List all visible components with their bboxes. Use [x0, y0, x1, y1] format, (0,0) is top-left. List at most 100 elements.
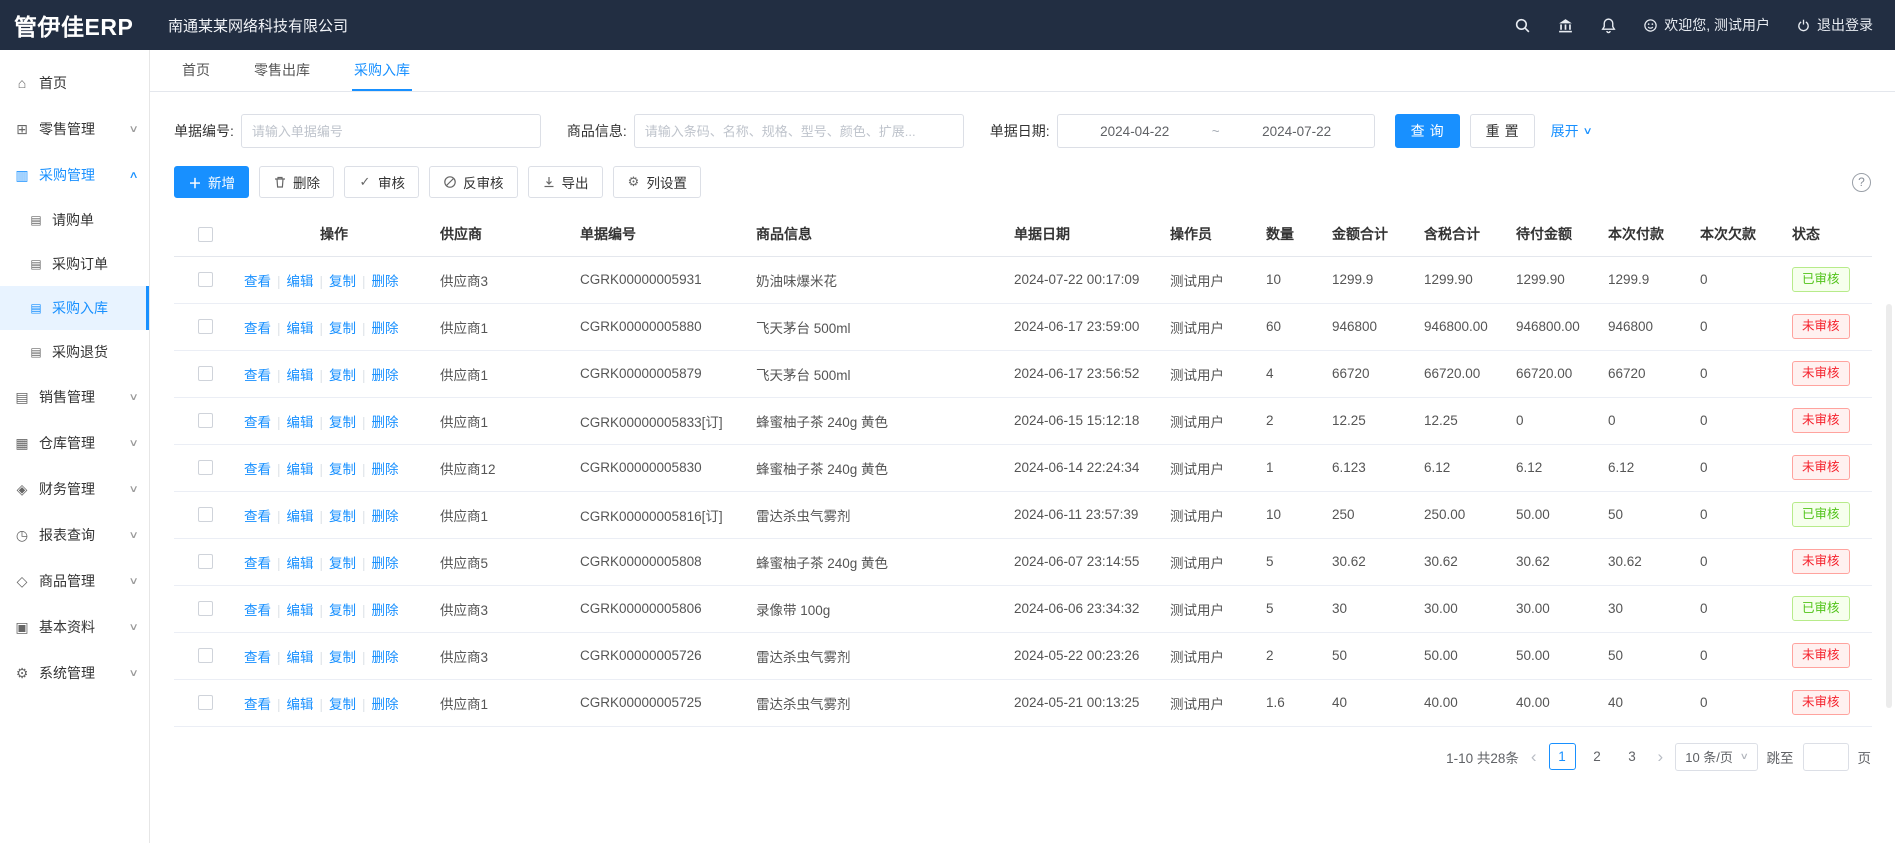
cell-operator: 测试用户 — [1162, 256, 1258, 303]
tab-purchase-inbound[interactable]: 采购入库 — [352, 50, 412, 91]
logout-button[interactable]: 退出登录 — [1796, 15, 1873, 35]
row-action-view[interactable]: 查看 — [244, 509, 271, 524]
row-action-delete[interactable]: 删除 — [372, 697, 399, 712]
row-action-edit[interactable]: 编辑 — [287, 650, 314, 665]
product-info-input[interactable] — [634, 114, 964, 148]
add-button[interactable]: ＋新增 — [174, 166, 249, 198]
column-settings-button[interactable]: ⚙列设置 — [613, 166, 702, 198]
row-action-view[interactable]: 查看 — [244, 697, 271, 712]
row-action-view[interactable]: 查看 — [244, 603, 271, 618]
sidebar-item-goods[interactable]: ◇商品管理∨ — [0, 558, 149, 604]
sidebar-item-system[interactable]: ⚙系统管理∨ — [0, 650, 149, 696]
vertical-scrollbar[interactable] — [1886, 304, 1892, 708]
row-action-copy[interactable]: 复制 — [329, 650, 356, 665]
row-checkbox[interactable] — [198, 460, 213, 475]
row-action-copy[interactable]: 复制 — [329, 603, 356, 618]
row-action-edit[interactable]: 编辑 — [287, 274, 314, 289]
delete-button[interactable]: 删除 — [259, 166, 334, 198]
row-checkbox[interactable] — [198, 366, 213, 381]
action-separator: | — [362, 274, 366, 289]
row-action-copy[interactable]: 复制 — [329, 415, 356, 430]
reset-button[interactable]: 重置 — [1470, 114, 1535, 148]
unaudit-button[interactable]: 反审核 — [429, 166, 518, 198]
help-icon[interactable]: ? — [1852, 173, 1871, 192]
row-action-delete[interactable]: 删除 — [372, 462, 399, 477]
row-action-view[interactable]: 查看 — [244, 415, 271, 430]
row-action-delete[interactable]: 删除 — [372, 368, 399, 383]
row-action-delete[interactable]: 删除 — [372, 321, 399, 336]
row-action-delete[interactable]: 删除 — [372, 415, 399, 430]
sidebar-subitem-purchase-request[interactable]: ▤请购单 — [0, 198, 149, 242]
sidebar-item-home[interactable]: ⌂首页 — [0, 60, 149, 106]
row-checkbox[interactable] — [198, 319, 213, 334]
row-action-view[interactable]: 查看 — [244, 368, 271, 383]
sidebar-item-finance[interactable]: ◈财务管理∨ — [0, 466, 149, 512]
page-button-3[interactable]: 3 — [1619, 743, 1646, 770]
search-icon[interactable] — [1514, 17, 1531, 34]
row-action-view[interactable]: 查看 — [244, 274, 271, 289]
page-button-2[interactable]: 2 — [1584, 743, 1611, 770]
row-action-delete[interactable]: 删除 — [372, 509, 399, 524]
row-action-edit[interactable]: 编辑 — [287, 462, 314, 477]
row-action-copy[interactable]: 复制 — [329, 556, 356, 571]
search-button[interactable]: 查询 — [1395, 114, 1460, 148]
sidebar-item-sales[interactable]: ▤销售管理∨ — [0, 374, 149, 420]
row-checkbox[interactable] — [198, 554, 213, 569]
sidebar-item-purchase[interactable]: ▥采购管理∧ — [0, 152, 149, 198]
date-from-value[interactable]: 2024-04-22 — [1100, 124, 1169, 139]
date-range-picker[interactable]: 2024-04-22 ~ 2024-07-22 — [1057, 114, 1375, 148]
row-checkbox[interactable] — [198, 272, 213, 287]
row-action-delete[interactable]: 删除 — [372, 556, 399, 571]
next-page-button[interactable]: › — [1655, 747, 1667, 767]
export-button[interactable]: 导出 — [528, 166, 603, 198]
cell-date: 2024-06-17 23:56:52 — [1006, 350, 1162, 397]
row-action-edit[interactable]: 编辑 — [287, 415, 314, 430]
sidebar-item-report[interactable]: ◷报表查询∨ — [0, 512, 149, 558]
expand-toggle[interactable]: 展开 ∨ — [1551, 121, 1591, 141]
row-checkbox[interactable] — [198, 507, 213, 522]
row-action-delete[interactable]: 删除 — [372, 603, 399, 618]
sidebar-subitem-purchase-inbound[interactable]: ▤采购入库 — [0, 286, 149, 330]
sidebar-subitem-purchase-order[interactable]: ▤采购订单 — [0, 242, 149, 286]
audit-button[interactable]: ✓审核 — [344, 166, 419, 198]
tab-retail-outbound[interactable]: 零售出库 — [252, 50, 312, 91]
bell-icon[interactable] — [1600, 17, 1617, 34]
row-action-copy[interactable]: 复制 — [329, 697, 356, 712]
expand-label: 展开 — [1551, 121, 1579, 141]
row-action-view[interactable]: 查看 — [244, 462, 271, 477]
row-action-edit[interactable]: 编辑 — [287, 368, 314, 383]
page-size-select[interactable]: 10 条/页 ∨ — [1675, 743, 1757, 771]
row-action-view[interactable]: 查看 — [244, 556, 271, 571]
prev-page-button[interactable]: ‹ — [1528, 747, 1540, 767]
row-action-copy[interactable]: 复制 — [329, 321, 356, 336]
tab-home[interactable]: 首页 — [180, 50, 212, 91]
sidebar-item-basedata[interactable]: ▣基本资料∨ — [0, 604, 149, 650]
bank-icon[interactable] — [1557, 17, 1574, 34]
row-checkbox[interactable] — [198, 413, 213, 428]
row-action-delete[interactable]: 删除 — [372, 650, 399, 665]
sidebar-item-label: 商品管理 — [39, 571, 95, 591]
row-action-view[interactable]: 查看 — [244, 321, 271, 336]
row-action-copy[interactable]: 复制 — [329, 274, 356, 289]
page-button-1[interactable]: 1 — [1549, 743, 1576, 770]
sidebar-item-warehouse[interactable]: ▦仓库管理∨ — [0, 420, 149, 466]
row-action-delete[interactable]: 删除 — [372, 274, 399, 289]
bill-no-input[interactable] — [241, 114, 541, 148]
jump-page-input[interactable] — [1803, 743, 1849, 771]
row-action-edit[interactable]: 编辑 — [287, 603, 314, 618]
row-action-view[interactable]: 查看 — [244, 650, 271, 665]
row-action-copy[interactable]: 复制 — [329, 462, 356, 477]
row-action-copy[interactable]: 复制 — [329, 509, 356, 524]
row-checkbox[interactable] — [198, 601, 213, 616]
date-to-value[interactable]: 2024-07-22 — [1262, 124, 1331, 139]
row-action-edit[interactable]: 编辑 — [287, 556, 314, 571]
row-action-edit[interactable]: 编辑 — [287, 509, 314, 524]
row-checkbox[interactable] — [198, 695, 213, 710]
row-action-edit[interactable]: 编辑 — [287, 697, 314, 712]
row-action-copy[interactable]: 复制 — [329, 368, 356, 383]
sidebar-item-retail[interactable]: ⊞零售管理∨ — [0, 106, 149, 152]
select-all-checkbox[interactable] — [198, 227, 213, 242]
row-action-edit[interactable]: 编辑 — [287, 321, 314, 336]
row-checkbox[interactable] — [198, 648, 213, 663]
sidebar-subitem-purchase-return[interactable]: ▤采购退货 — [0, 330, 149, 374]
